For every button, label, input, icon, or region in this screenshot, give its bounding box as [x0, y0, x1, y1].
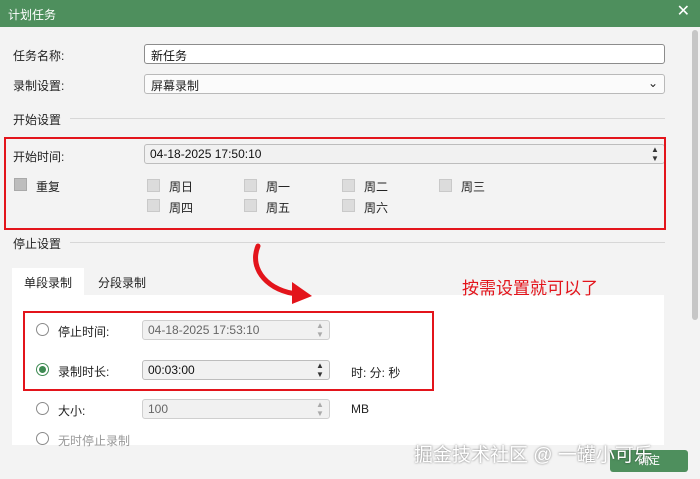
watermark-text: 掘金技术社区 @ 一罐小可乐: [414, 445, 653, 466]
highlight-box-stop: [23, 311, 434, 391]
task-name-input[interactable]: 新任务: [144, 44, 665, 64]
close-icon[interactable]: ✕: [677, 4, 690, 20]
record-setting-label: 录制设置:: [13, 79, 65, 93]
chevron-down-icon: ⌄: [647, 76, 658, 90]
spinner-arrows-icon[interactable]: ▲ ▼: [315, 400, 325, 418]
annotation-arrow-icon: [253, 243, 312, 304]
task-name-label: 任务名称:: [13, 49, 65, 63]
size-value: 100: [148, 402, 169, 416]
tab-segment-record[interactable]: 分段录制: [86, 268, 158, 297]
size-unit-label: MB: [351, 402, 369, 416]
stop-section-divider: [70, 242, 665, 243]
cut-off-label: 无时停止录制: [58, 434, 131, 448]
window-title: 计划任务: [8, 8, 57, 22]
highlight-box-start: [4, 137, 666, 230]
stop-section-heading: 停止设置: [13, 237, 62, 251]
start-section-divider: [70, 118, 665, 119]
size-spinner[interactable]: 100 ▲ ▼: [142, 399, 330, 419]
start-section-heading: 开始设置: [13, 113, 62, 127]
size-radio[interactable]: [36, 402, 49, 415]
scrollbar-thumb[interactable]: [692, 30, 698, 320]
size-label: 大小:: [58, 404, 86, 418]
record-setting-select[interactable]: 屏幕录制 ⌄: [144, 74, 665, 94]
cut-off-radio[interactable]: [36, 432, 49, 445]
tab-single-record[interactable]: 单段录制: [12, 268, 85, 297]
annotation-text: 按需设置就可以了: [462, 279, 598, 298]
title-bar: 计划任务 ✕: [0, 0, 700, 27]
record-setting-value: 屏幕录制: [151, 79, 200, 93]
